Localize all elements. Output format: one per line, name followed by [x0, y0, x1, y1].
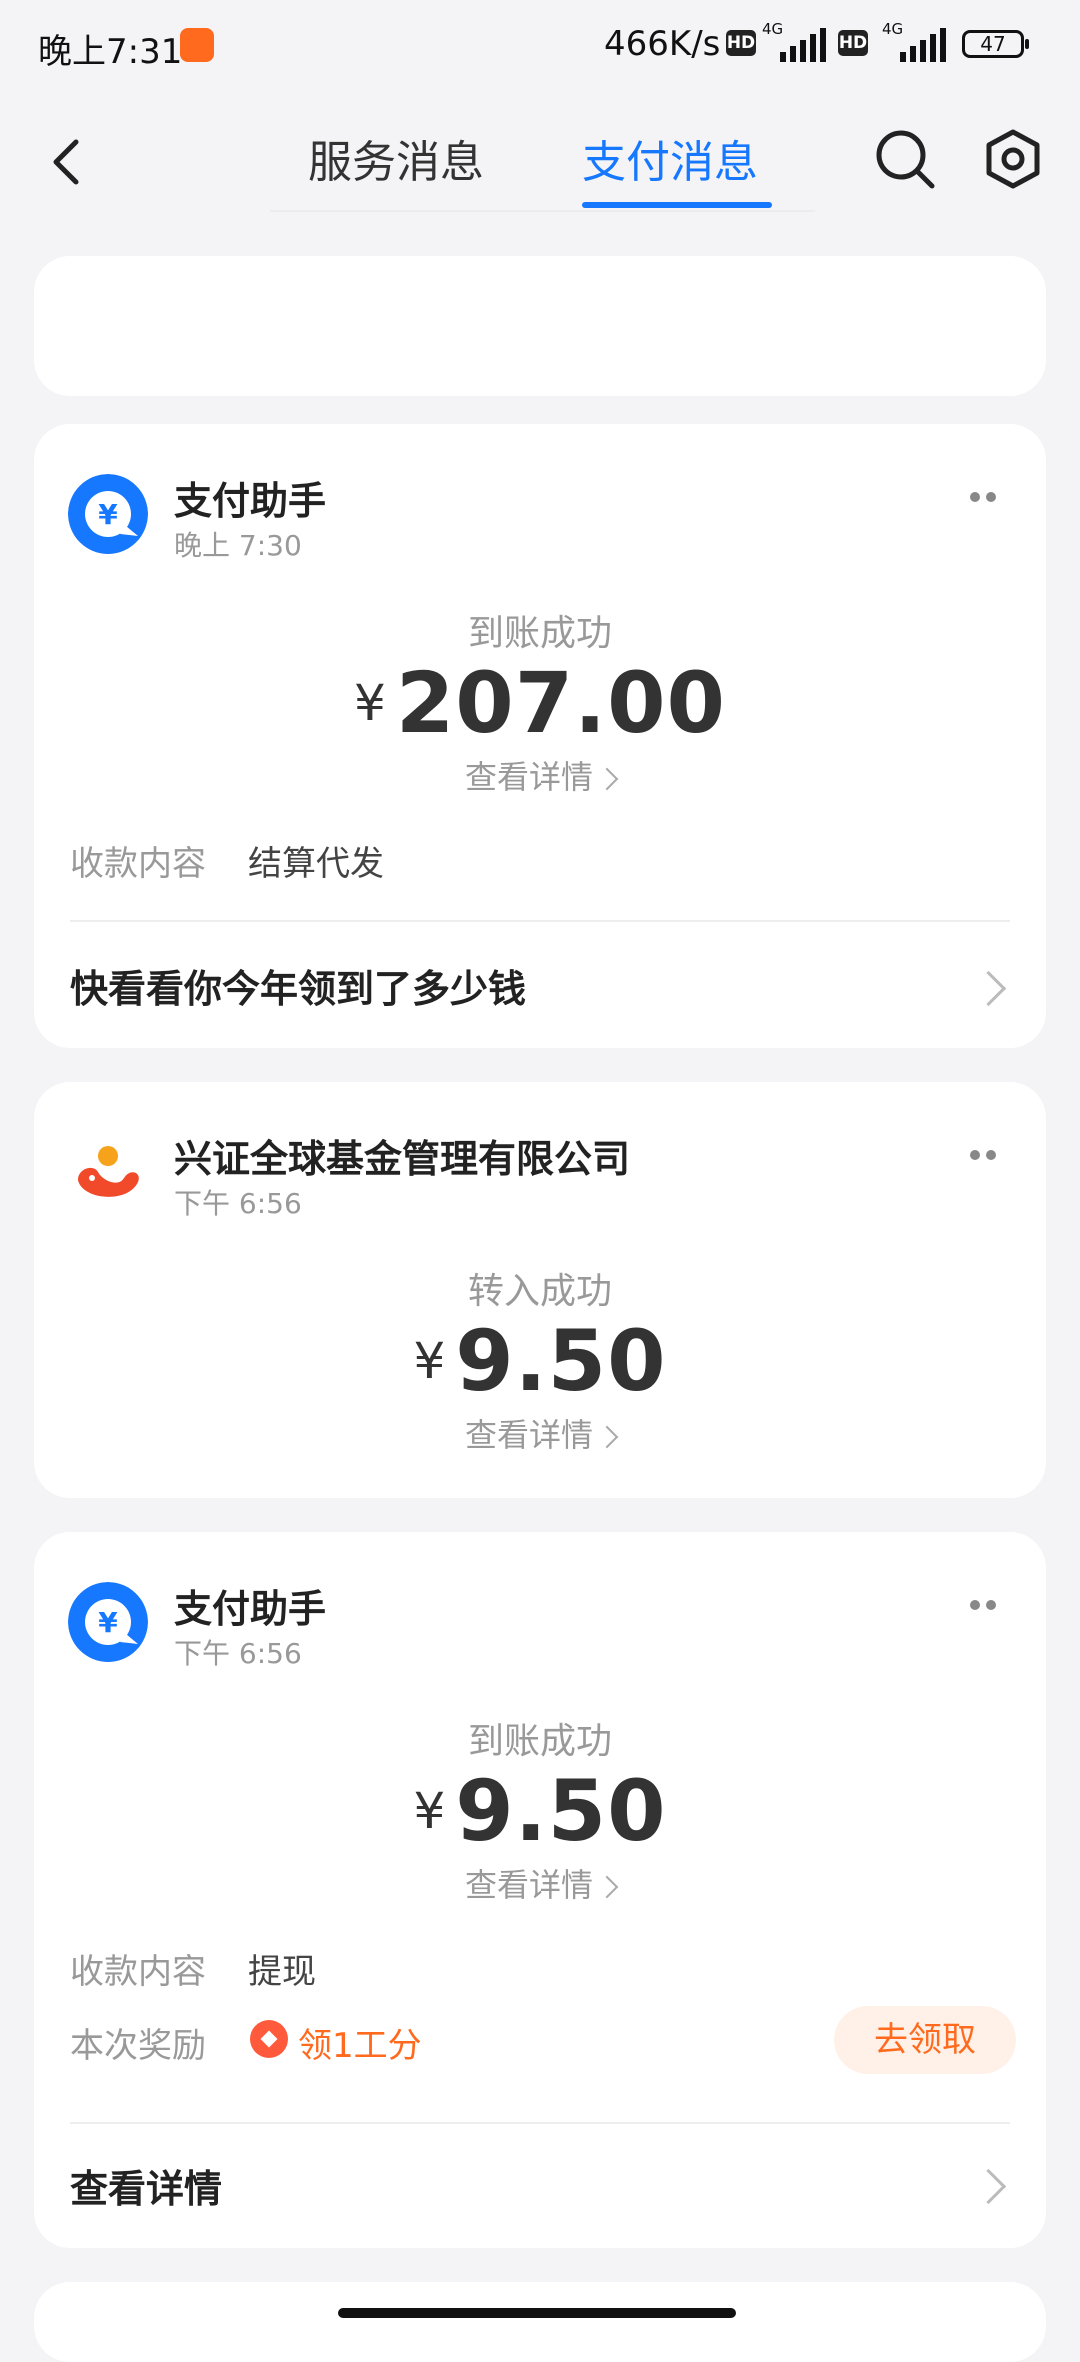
- active-tab-indicator: [582, 202, 772, 208]
- currency-symbol: ¥: [413, 1332, 446, 1390]
- status-time: 晚上7:31: [38, 32, 183, 72]
- message-time: 下午 6:56: [174, 1187, 302, 1220]
- search-icon[interactable]: [872, 126, 938, 192]
- view-details-link[interactable]: 查看详情: [34, 1860, 1046, 1906]
- tab-divider: [270, 210, 815, 212]
- status-bar: 晚上7:31 466K/s HD 4G HD 4G 47: [0, 0, 1080, 92]
- currency-symbol: ¥: [354, 674, 386, 732]
- message-time: 下午 6:56: [174, 1637, 302, 1670]
- view-details-footer-link[interactable]: 查看详情: [70, 2158, 222, 2213]
- back-icon[interactable]: [40, 132, 100, 192]
- reward-label: 本次奖励: [70, 2026, 206, 2066]
- network-speed: 466K/s: [604, 24, 721, 64]
- settings-gear-icon[interactable]: [980, 126, 1046, 192]
- message-card-partial: [34, 2282, 1046, 2362]
- message-card[interactable]: ¥ 支付助手 晚上 7:30 到账成功 ¥207.00 查看详情 收款内容 结算…: [34, 424, 1046, 1048]
- payment-assistant-avatar-icon: ¥: [68, 1582, 148, 1662]
- svg-text:¥: ¥: [98, 1606, 118, 1639]
- view-details-label: 查看详情: [464, 1866, 593, 1904]
- transaction-status: 转入成功: [467, 1271, 612, 1312]
- hd-icon-2: HD: [838, 30, 868, 56]
- payment-assistant-avatar-icon: ¥: [68, 474, 148, 554]
- row-value: 提现: [248, 1952, 316, 1992]
- chevron-right-icon: [595, 1875, 619, 1899]
- amount-value: 9.50: [455, 1312, 667, 1410]
- chevron-right-icon: [970, 970, 1007, 1007]
- amount-value: 207.00: [395, 654, 726, 752]
- amount: ¥9.50: [34, 1312, 1046, 1410]
- transaction-status: 到账成功: [467, 613, 612, 654]
- reward-value: 领1工分: [298, 2026, 422, 2066]
- chevron-right-icon: [595, 767, 619, 791]
- divider: [70, 920, 1010, 922]
- sender-name: 支付助手: [174, 479, 327, 523]
- transaction-status: 到账成功: [467, 1721, 612, 1762]
- currency-symbol: ¥: [413, 1782, 446, 1840]
- signal-icon: [780, 28, 826, 62]
- amount-value: 9.50: [455, 1762, 667, 1860]
- view-details-link[interactable]: 查看详情: [34, 752, 1046, 798]
- amount: ¥9.50: [34, 1762, 1046, 1860]
- hd-icon: HD: [726, 30, 756, 56]
- page-header: 服务消息 支付消息: [0, 92, 1080, 222]
- divider: [70, 2122, 1010, 2124]
- claim-reward-button[interactable]: 去领取: [834, 2006, 1016, 2074]
- app-notification-icon: [180, 28, 214, 62]
- more-options-icon[interactable]: [964, 1594, 1004, 1614]
- chevron-right-icon: [595, 1425, 619, 1449]
- view-details-link[interactable]: 查看详情: [34, 1410, 1046, 1456]
- annual-summary-link[interactable]: 快看看你今年领到了多少钱: [70, 958, 526, 1013]
- message-time: 晚上 7:30: [174, 529, 302, 562]
- tab-payment-messages[interactable]: 支付消息: [582, 126, 758, 190]
- reward-badge-icon: [250, 2020, 288, 2058]
- tab-service-messages[interactable]: 服务消息: [308, 126, 484, 190]
- home-indicator[interactable]: [338, 2308, 736, 2318]
- row-label: 收款内容: [70, 1952, 206, 1992]
- message-card[interactable]: 兴证全球基金管理有限公司 下午 6:56 转入成功 ¥9.50 查看详情: [34, 1082, 1046, 1498]
- amount: ¥207.00: [34, 654, 1046, 752]
- more-options-icon[interactable]: [964, 1144, 1004, 1164]
- sender-name: 支付助手: [174, 1587, 327, 1631]
- row-value: 结算代发: [248, 844, 384, 884]
- blank-card: [34, 256, 1046, 396]
- battery-icon: 47: [962, 30, 1029, 58]
- more-options-icon[interactable]: [964, 486, 1004, 506]
- svg-text:¥: ¥: [98, 498, 118, 531]
- row-label: 收款内容: [70, 844, 206, 884]
- fund-company-logo-icon: [68, 1134, 148, 1214]
- view-details-label: 查看详情: [464, 1416, 593, 1454]
- sender-name: 兴证全球基金管理有限公司: [174, 1137, 631, 1181]
- view-details-label: 查看详情: [464, 758, 593, 796]
- chevron-right-icon: [970, 2168, 1007, 2205]
- message-card[interactable]: ¥ 支付助手 下午 6:56 到账成功 ¥9.50 查看详情 收款内容 提现 本…: [34, 1532, 1046, 2248]
- signal-icon-2: [900, 28, 946, 62]
